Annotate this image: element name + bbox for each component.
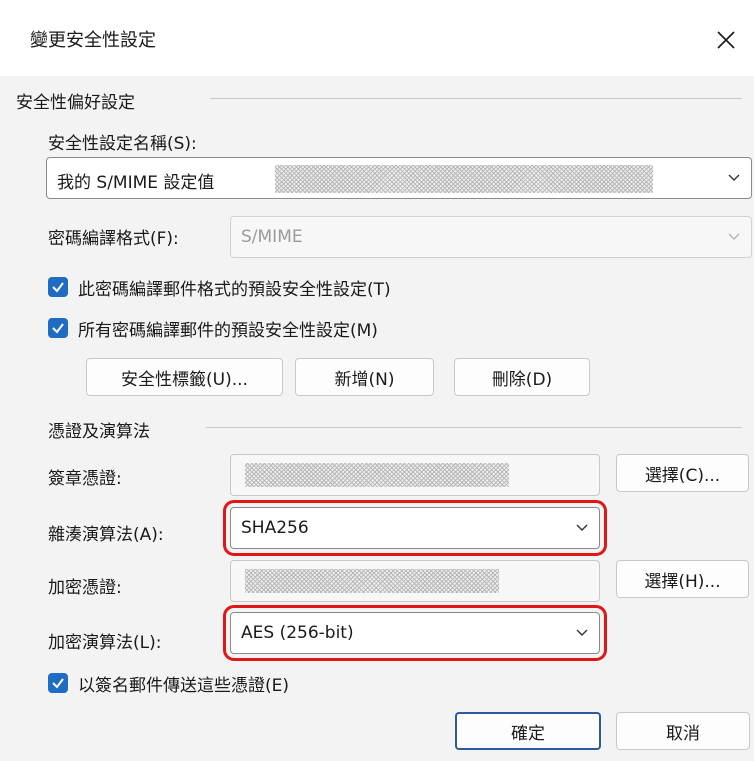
default-format-label: 此密碼編譯郵件格式的預設安全性設定(T): [78, 280, 391, 300]
check-icon: [52, 678, 64, 689]
check-icon: [52, 282, 64, 293]
chevron-down-icon: [576, 629, 588, 636]
signing-cert-field: [230, 454, 600, 496]
choose-signing-cert-button[interactable]: 選擇(C)...: [616, 454, 749, 492]
chevron-down-icon: [576, 524, 588, 531]
hash-algorithm-dropdown[interactable]: SHA256: [223, 500, 607, 556]
hash-algorithm-value: SHA256: [241, 518, 309, 538]
ok-button[interactable]: 確定: [455, 712, 601, 750]
redacted-block: [275, 165, 653, 193]
pref-divider: [210, 98, 742, 99]
choose-encryption-cert-button[interactable]: 選擇(H)...: [616, 560, 749, 598]
redacted-block: [245, 569, 499, 593]
title-bar: 變更安全性設定: [0, 0, 754, 76]
default-format-checkbox[interactable]: [48, 277, 68, 297]
dialog-title: 變更安全性設定: [30, 30, 156, 51]
send-certs-label: 以簽名郵件傳送這些憑證(E): [78, 676, 290, 696]
encryption-algorithm-value: AES (256-bit): [241, 623, 354, 643]
delete-button[interactable]: 刪除(D): [454, 358, 590, 396]
cancel-button[interactable]: 取消: [616, 712, 750, 750]
close-button[interactable]: [698, 14, 754, 66]
security-settings-dialog: 變更安全性設定 安全性偏好設定 安全性設定名稱(S): 我的 S/MIME 設定…: [0, 0, 754, 761]
default-all-checkbox[interactable]: [48, 318, 68, 338]
certs-group-title: 憑證及演算法: [48, 417, 158, 442]
hash-algorithm-label: 雜湊演算法(A):: [48, 525, 164, 545]
security-name-dropdown[interactable]: 我的 S/MIME 設定值: [46, 157, 752, 199]
crypto-format-label: 密碼編譯格式(F):: [48, 229, 179, 249]
encryption-algorithm-label: 加密演算法(L):: [48, 633, 162, 653]
default-all-label: 所有密碼編譯郵件的預設安全性設定(M): [78, 321, 378, 341]
encryption-cert-field: [230, 560, 600, 602]
new-button[interactable]: 新增(N): [295, 358, 434, 396]
redacted-block: [245, 463, 509, 487]
security-labels-button[interactable]: 安全性標籤(U)...: [86, 358, 283, 396]
chevron-down-icon: [728, 174, 740, 181]
crypto-format-value: S/MIME: [241, 227, 303, 247]
send-certs-checkbox[interactable]: [48, 673, 68, 693]
pref-group-title: 安全性偏好設定: [16, 88, 143, 113]
crypto-format-dropdown: S/MIME: [230, 216, 752, 258]
chevron-down-icon: [728, 233, 740, 240]
close-icon: [717, 31, 735, 49]
security-name-value: 我的 S/MIME 設定值: [57, 173, 215, 193]
check-icon: [52, 323, 64, 334]
security-name-label: 安全性設定名稱(S):: [48, 134, 197, 154]
signing-cert-label: 簽章憑證:: [48, 469, 122, 489]
certs-divider: [206, 427, 742, 428]
encryption-cert-label: 加密憑證:: [48, 578, 122, 598]
encryption-algorithm-dropdown[interactable]: AES (256-bit): [223, 605, 607, 661]
